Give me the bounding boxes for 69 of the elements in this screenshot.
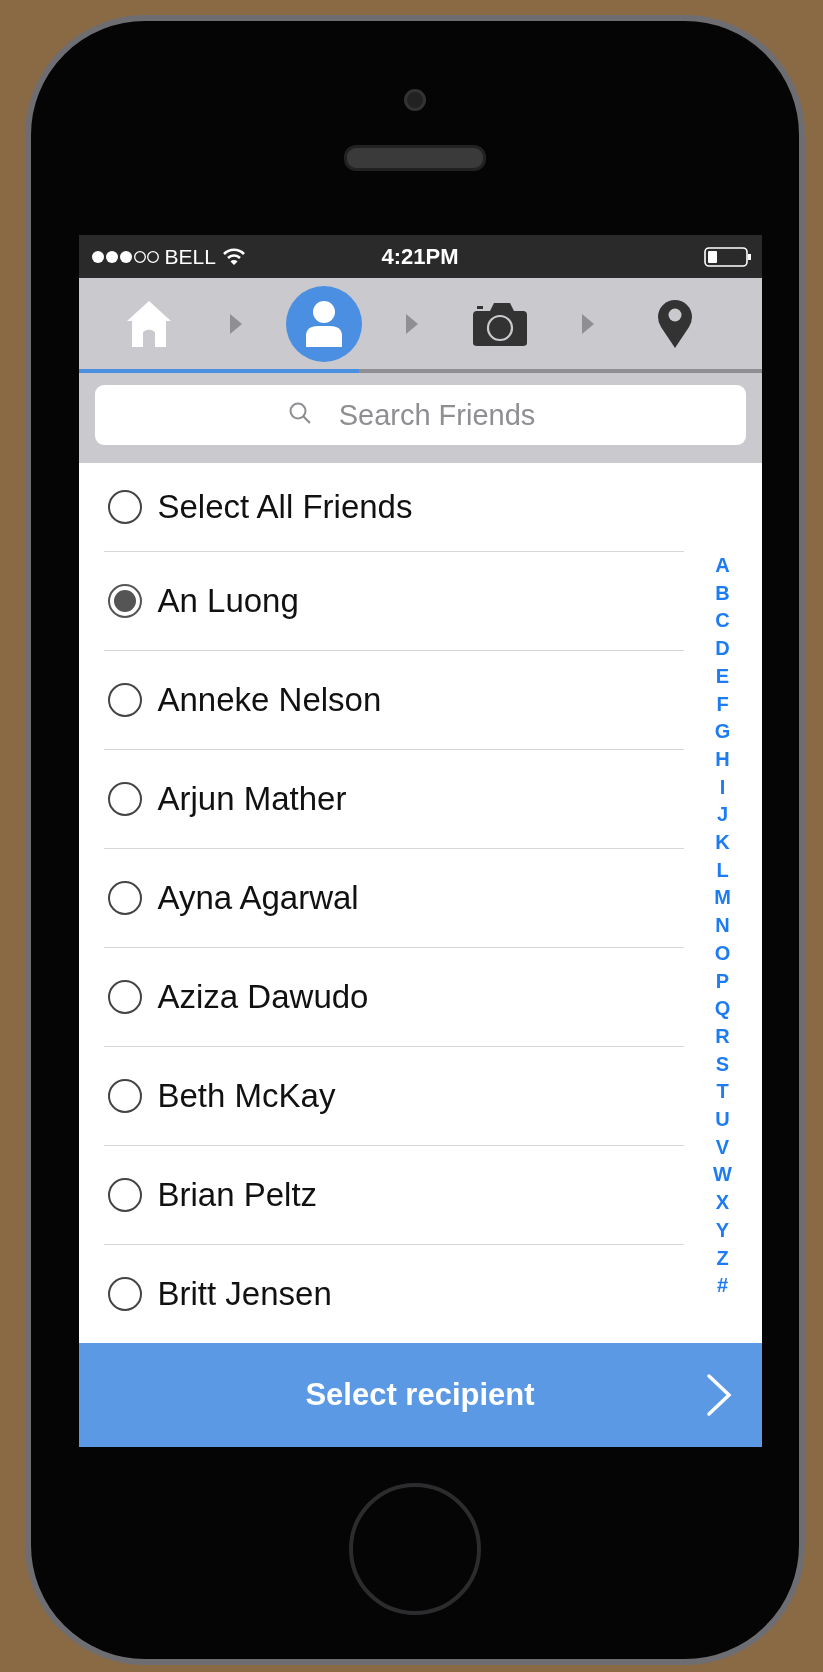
step-arrow-icon — [404, 312, 420, 335]
friend-row[interactable]: Anneke Nelson — [103, 650, 684, 749]
index-letter[interactable]: # — [716, 1272, 729, 1300]
index-letter[interactable]: Y — [715, 1216, 730, 1245]
index-letter[interactable]: H — [715, 745, 730, 774]
friend-name: An Luong — [157, 582, 299, 620]
index-letter[interactable]: K — [715, 829, 730, 857]
radio-button[interactable] — [107, 1079, 142, 1113]
index-letter[interactable]: T — [716, 1078, 729, 1107]
index-letter[interactable]: N — [715, 912, 730, 940]
index-letter[interactable]: I — [719, 773, 726, 802]
index-letter[interactable]: P — [715, 967, 730, 996]
index-letter[interactable]: L — [716, 856, 729, 885]
radio-button[interactable] — [107, 683, 142, 717]
friend-row[interactable]: Arjun Mather — [103, 749, 684, 848]
friend-name: Select All Friends — [157, 488, 413, 526]
index-letter[interactable]: O — [714, 939, 731, 968]
friend-name: Ayna Agarwal — [157, 879, 359, 917]
friend-row[interactable]: Brian Peltz — [103, 1145, 684, 1244]
index-letter[interactable]: X — [715, 1189, 730, 1217]
index-letter[interactable]: V — [715, 1133, 730, 1162]
wifi-icon — [221, 247, 246, 266]
index-letter[interactable]: J — [716, 801, 729, 830]
camera-lens — [404, 89, 426, 111]
friend-name: Beth McKay — [157, 1077, 336, 1115]
index-letter[interactable]: R — [715, 1022, 730, 1051]
friend-name: Brian Peltz — [157, 1176, 318, 1214]
radio-button[interactable] — [107, 1277, 142, 1311]
signal-icon — [90, 249, 159, 264]
index-letter[interactable]: G — [714, 718, 731, 746]
index-letter[interactable]: W — [713, 1161, 732, 1190]
search-field[interactable]: Search Friends — [94, 385, 746, 445]
index-letter[interactable]: Q — [714, 995, 731, 1023]
camera-icon — [471, 300, 528, 347]
carrier-name: BELL — [164, 244, 216, 269]
search-icon — [288, 401, 312, 425]
friend-row[interactable]: Aziza Dawudo — [103, 947, 684, 1046]
index-letter[interactable]: A — [715, 552, 730, 580]
index-letter[interactable]: F — [716, 690, 729, 719]
battery-icon — [703, 246, 752, 267]
radio-button[interactable] — [107, 1178, 142, 1212]
step-arrow-icon — [579, 312, 596, 335]
friend-row[interactable]: Beth McKay — [103, 1046, 684, 1145]
friend-name: Aziza Dawudo — [157, 978, 369, 1016]
index-letter[interactable]: Z — [716, 1244, 729, 1273]
map-pin-icon — [657, 298, 694, 349]
status-time: 4:21PM — [381, 243, 459, 270]
friend-row[interactable]: An Luong — [103, 551, 684, 650]
home-icon — [125, 298, 172, 349]
index-letter[interactable]: U — [715, 1106, 730, 1134]
index-letter[interactable]: B — [715, 579, 730, 608]
radio-button[interactable] — [107, 980, 142, 1014]
friend-name: Arjun Mather — [157, 780, 347, 818]
index-letter[interactable]: C — [715, 607, 730, 636]
person-icon — [304, 299, 345, 348]
friend-row[interactable]: Ayna Agarwal — [103, 848, 684, 947]
radio-button[interactable] — [107, 782, 142, 816]
select-recipient-button[interactable]: Select recipient — [78, 1343, 762, 1447]
index-letter[interactable]: S — [715, 1050, 730, 1079]
radio-button[interactable] — [107, 881, 142, 915]
index-letter[interactable]: D — [715, 635, 730, 663]
friend-name: Anneke Nelson — [157, 681, 382, 719]
friend-row[interactable]: Select All Friends — [103, 463, 684, 551]
friend-name: Britt Jensen — [157, 1275, 332, 1313]
index-letter[interactable]: M — [714, 884, 731, 913]
chevron-right-icon — [705, 1373, 732, 1417]
index-letter[interactable]: E — [715, 662, 730, 691]
radio-button[interactable] — [107, 490, 142, 524]
radio-button[interactable] — [107, 584, 142, 618]
